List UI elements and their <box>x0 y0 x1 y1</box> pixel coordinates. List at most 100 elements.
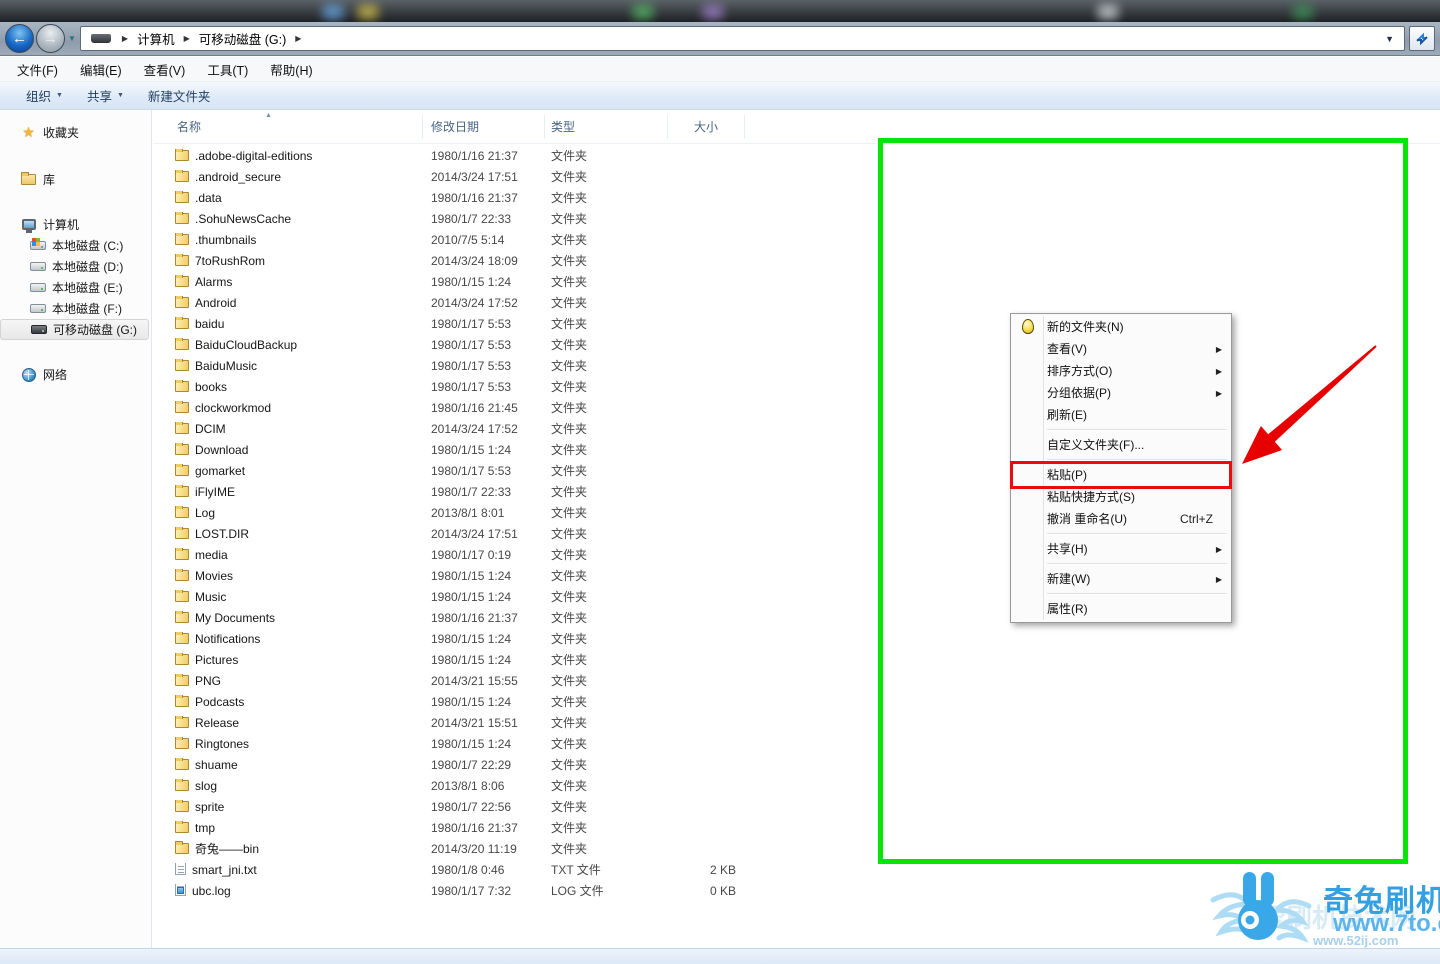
file-name: PNG <box>195 673 222 688</box>
file-type: 文件夹 <box>551 842 588 856</box>
file-icon <box>175 211 189 224</box>
breadcrumb-segment[interactable]: 计算机 <box>135 27 177 50</box>
file-icon <box>175 841 189 854</box>
menu-item[interactable]: 排序方式(O) ▶ <box>1013 360 1229 382</box>
column-header-type[interactable]: 类型 <box>545 114 668 139</box>
file-name: LOST.DIR <box>195 526 250 541</box>
file-name: Download <box>195 442 249 457</box>
file-date: 2014/3/24 17:52 <box>431 295 518 310</box>
file-type: 文件夹 <box>551 821 588 835</box>
file-date: 1980/1/7 22:33 <box>431 484 512 499</box>
menu-separator <box>1047 590 1229 598</box>
sidebar-item-drive[interactable]: 可移动磁盘 (G:) <box>0 319 149 340</box>
breadcrumb-arrow-icon: ▶ <box>121 34 129 43</box>
menu-bar-item[interactable]: 文件(F) <box>6 57 69 82</box>
recent-pages-dropdown-icon[interactable]: ▼ <box>68 34 76 43</box>
menu-item[interactable]: 粘贴快捷方式(S) <box>1013 486 1229 508</box>
menu-bar-item[interactable]: 工具(T) <box>196 57 259 82</box>
forward-button[interactable]: → <box>36 24 65 53</box>
rabbit-logo-icon <box>1210 872 1312 943</box>
file-name: smart_jni.txt <box>192 862 257 877</box>
refresh-button[interactable] <box>1409 26 1435 51</box>
file-type: 文件夹 <box>551 296 588 310</box>
file-name: .data <box>195 190 222 205</box>
sidebar-item-label: 本地磁盘 (C:) <box>52 239 124 253</box>
column-header-size[interactable]: 大小 <box>668 114 745 139</box>
file-type: 文件夹 <box>551 317 588 331</box>
file-icon <box>175 316 189 329</box>
menu-bar-item[interactable]: 编辑(E) <box>69 57 133 82</box>
sidebar-item-drive[interactable]: 本地磁盘 (F:) <box>0 298 151 319</box>
sidebar-item-label: 可移动磁盘 (G:) <box>53 323 137 337</box>
command-toolbar: 组织 ▼ 共享 ▼ 新建文件夹 <box>0 82 1440 110</box>
file-date: 2014/3/21 15:55 <box>431 673 518 688</box>
toolbar-button[interactable]: 共享 ▼ <box>75 82 136 109</box>
file-type: 文件夹 <box>551 506 588 520</box>
file-type: 文件夹 <box>551 548 588 562</box>
chevron-down-icon: ▼ <box>56 92 63 99</box>
watermark-url2: www.52ij.com <box>1313 933 1399 948</box>
sidebar-item-network[interactable]: 网络 <box>0 364 151 385</box>
file-type: 文件夹 <box>551 254 588 268</box>
file-icon <box>175 610 189 623</box>
file-icon <box>175 883 186 896</box>
menu-item-label: 刷新(E) <box>1047 408 1087 422</box>
menu-item[interactable]: 查看(V) ▶ <box>1013 338 1229 360</box>
file-name: slog <box>195 778 218 793</box>
file-date: 1980/1/16 21:37 <box>431 610 518 625</box>
breadcrumb-segment[interactable]: 可移动磁盘 (G:) <box>197 27 289 50</box>
menu-item[interactable]: 共享(H) ▶ <box>1013 538 1229 560</box>
file-icon <box>175 736 189 749</box>
sidebar-item-drive[interactable]: 本地磁盘 (C:) <box>0 235 151 256</box>
toolbar-button[interactable]: 组织 ▼ <box>14 82 75 109</box>
menu-bar: 文件(F) 编辑(E) 查看(V) 工具(T) 帮助(H) <box>0 57 1440 82</box>
back-button[interactable]: ← <box>5 24 34 53</box>
menu-item[interactable]: 分组依据(P) ▶ <box>1013 382 1229 404</box>
sidebar-item-drive[interactable]: 本地磁盘 (E:) <box>0 277 151 298</box>
computer-icon <box>21 219 36 233</box>
menu-item[interactable]: 自定义文件夹(F)... <box>1013 434 1229 456</box>
file-name: Release <box>195 715 240 730</box>
file-icon <box>175 505 189 518</box>
file-date: 2014/3/24 17:51 <box>431 526 518 541</box>
file-name: books <box>195 379 228 394</box>
file-type: 文件夹 <box>551 716 588 730</box>
menu-item[interactable]: 新建(W) ▶ <box>1013 568 1229 590</box>
file-icon <box>175 589 189 602</box>
column-header-date[interactable]: 修改日期 <box>423 114 545 139</box>
menu-item[interactable]: 属性(R) <box>1013 598 1229 620</box>
sidebar-item-favorites[interactable]: ★ 收藏夹 <box>0 122 151 143</box>
file-icon <box>175 652 189 665</box>
file-icon <box>175 190 189 203</box>
file-name: Podcasts <box>195 694 245 709</box>
toolbar-button-label: 新建文件夹 <box>147 90 211 104</box>
sidebar-item-computer[interactable]: 计算机 <box>0 214 151 235</box>
file-icon <box>175 463 189 476</box>
file-icon <box>175 568 189 581</box>
toolbar-button[interactable]: 新建文件夹 <box>136 82 223 109</box>
menu-bar-item[interactable]: 帮助(H) <box>259 57 323 82</box>
drive-icon <box>90 34 111 43</box>
file-date: 1980/1/17 5:53 <box>431 358 512 373</box>
menu-bar-item[interactable]: 查看(V) <box>133 57 197 82</box>
menu-item[interactable]: 刷新(E) <box>1013 404 1229 426</box>
file-icon <box>175 442 189 455</box>
address-dropdown-icon[interactable]: ▼ <box>1385 34 1394 44</box>
file-icon <box>175 799 189 812</box>
file-name: My Documents <box>195 610 276 625</box>
menu-item[interactable]: 新的文件夹(N) <box>1013 316 1229 338</box>
file-icon <box>175 526 189 539</box>
menu-item[interactable]: 粘贴(P) <box>1010 461 1232 489</box>
submenu-arrow-icon: ▶ <box>1215 389 1222 398</box>
file-type: 文件夹 <box>551 695 588 709</box>
menu-item-label: 查看(V) <box>1047 342 1087 356</box>
sidebar-item-libraries[interactable]: 库 <box>0 169 151 190</box>
file-name: Alarms <box>195 274 233 289</box>
column-header-name[interactable]: 名称 <box>153 114 423 139</box>
menu-item[interactable]: 撤消 重命名(U) Ctrl+Z <box>1013 508 1229 530</box>
file-date: 1980/1/16 21:37 <box>431 190 518 205</box>
file-icon <box>175 253 189 266</box>
sidebar-item-drive[interactable]: 本地磁盘 (D:) <box>0 256 151 277</box>
breadcrumb[interactable]: ▶ 计算机 ▶ 可移动磁盘 (G:) ▶ ▼ <box>79 26 1405 51</box>
file-date: 1980/1/8 0:46 <box>431 862 505 877</box>
